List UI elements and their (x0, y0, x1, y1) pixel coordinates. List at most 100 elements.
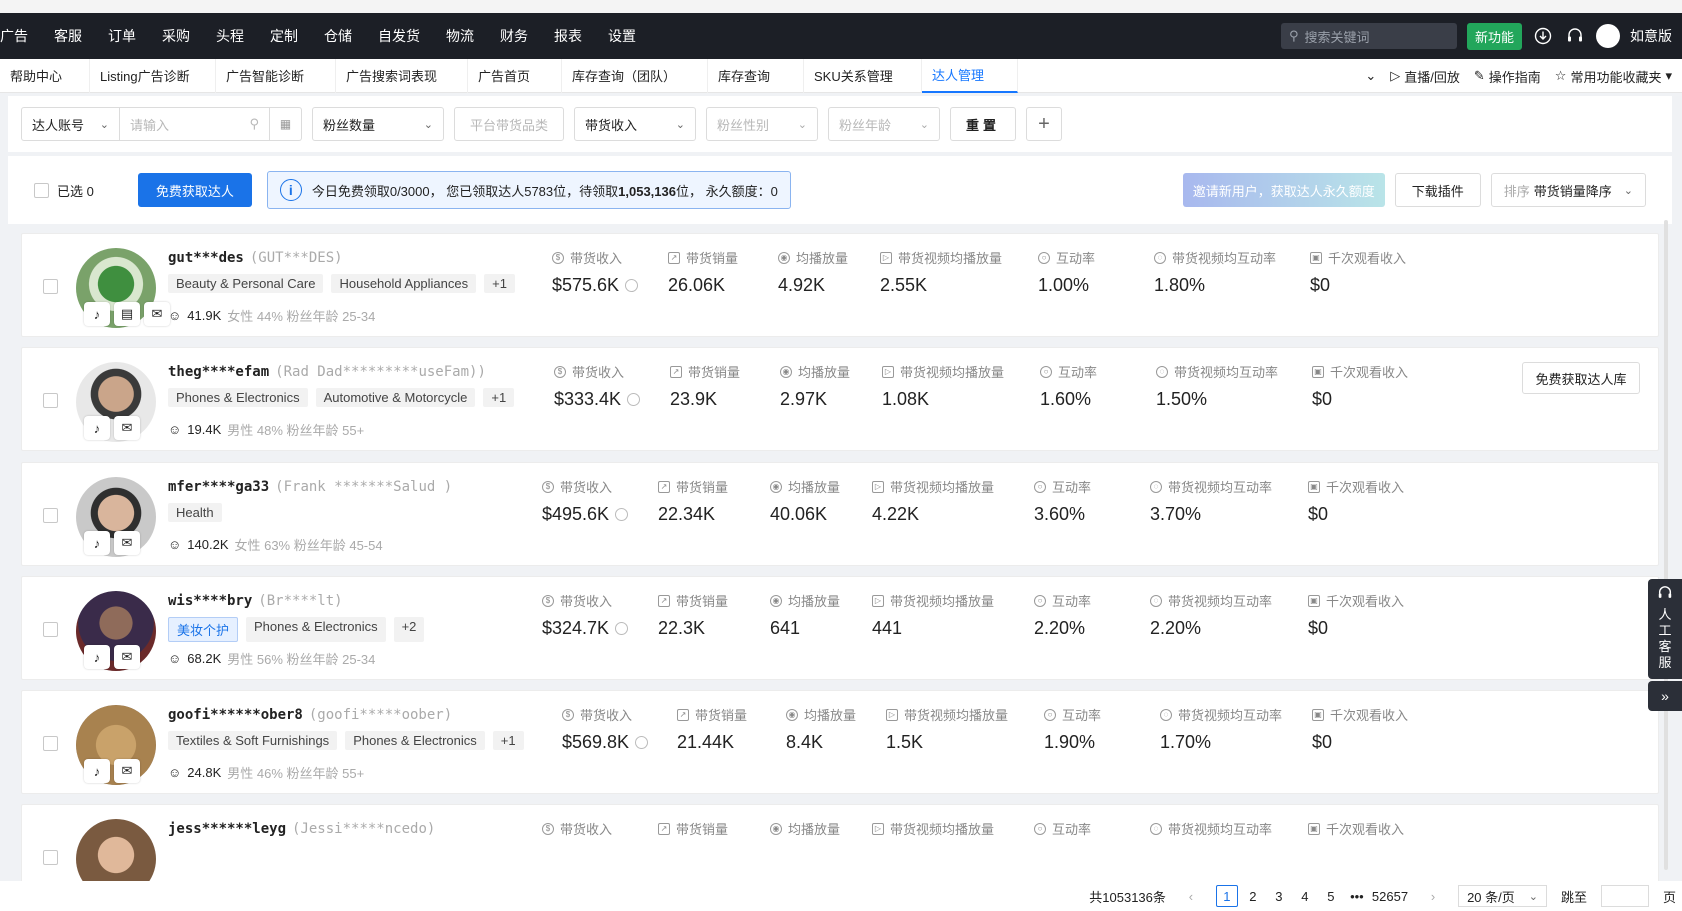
nav-item[interactable]: 设置 (595, 26, 649, 46)
category-tag[interactable]: +1 (484, 274, 515, 293)
creator-handle[interactable]: theg****efam (168, 364, 269, 380)
nav-item[interactable]: 仓储 (311, 26, 365, 46)
customer-service-float[interactable]: 人工客服 (1648, 579, 1682, 679)
nav-item[interactable]: 报表 (541, 26, 595, 46)
fans-age-select[interactable]: 粉丝年龄 ⌄ (828, 107, 940, 141)
link-icon[interactable]: ✉ (144, 302, 170, 326)
platform-category-select[interactable]: 平台带货品类 (454, 107, 564, 141)
category-tag[interactable]: +1 (483, 388, 515, 407)
sales-income-select[interactable]: 带货收入 ⌄ (574, 107, 696, 141)
metric-label-text: 带货视频均播放量 (890, 594, 995, 609)
metric-value-text: $324.7K (542, 618, 610, 638)
global-search-input[interactable]: ⚲ 搜索关键词 (1280, 23, 1457, 49)
tab-7[interactable]: SKU关系管理 (804, 58, 922, 93)
free-get-library-button[interactable]: 免费获取达人库 (1522, 362, 1640, 394)
vertical-scrollbar[interactable] (1664, 220, 1668, 870)
row-checkbox[interactable] (43, 850, 58, 865)
sort-select[interactable]: 排序 带货销量降序 ⌄ (1490, 173, 1646, 207)
row-checkbox[interactable] (43, 393, 58, 408)
creator-handle[interactable]: wis****bry (168, 593, 252, 609)
fans-count: 140.2K (187, 537, 229, 552)
nav-item[interactable]: 自发货 (365, 26, 433, 46)
collapse-float-button[interactable]: » (1648, 681, 1682, 711)
add-filter-button[interactable]: + (1026, 107, 1062, 141)
tab-8[interactable]: 达人管理 (922, 58, 1018, 93)
row-checkbox[interactable] (43, 508, 58, 523)
page-ellipsis[interactable]: ••• (1346, 885, 1368, 907)
chevron-down-icon[interactable]: ⌄ (1365, 68, 1376, 84)
page-size-select[interactable]: 20 条/页 ⌄ (1458, 885, 1547, 907)
creator-handle[interactable]: goofi******ober8 (168, 707, 303, 723)
nav-item[interactable]: 物流 (433, 26, 487, 46)
metric-label-text: 互动率 (1052, 480, 1092, 495)
nav-item[interactable]: 订单 (95, 26, 149, 46)
next-page-button[interactable]: › (1422, 885, 1444, 907)
tiktok-icon[interactable]: ♪ (84, 302, 110, 326)
jump-page-input[interactable] (1600, 885, 1649, 907)
page-number[interactable]: 5 (1320, 885, 1342, 907)
tab-1[interactable]: Listing广告诊断 (90, 58, 216, 93)
link-icon[interactable]: ✉ (114, 416, 140, 440)
page-number[interactable]: 2 (1242, 885, 1264, 907)
metric-engagement: ○ 互动率 2.20% (1034, 591, 1091, 639)
nav-item[interactable]: 财务 (487, 26, 541, 46)
tab-5[interactable]: 库存查询（团队） (562, 58, 708, 93)
headset-icon[interactable] (1564, 25, 1586, 47)
nav-item[interactable]: 广告 (0, 26, 41, 46)
favorites-link[interactable]: ☆ 常用功能收藏夹 ▾ (1555, 67, 1672, 86)
row-checkbox[interactable] (43, 622, 58, 637)
creator-avatar[interactable] (76, 819, 156, 881)
reset-button[interactable]: 重置 (950, 107, 1016, 141)
creator-handle[interactable]: jess******leyg (168, 821, 286, 837)
history-icon[interactable] (635, 736, 649, 749)
link-icon[interactable]: ✉ (114, 645, 140, 669)
tab-0[interactable]: 帮助中心 (0, 58, 90, 93)
tiktok-icon[interactable]: ♪ (84, 416, 110, 440)
shop-icon[interactable]: ▤ (114, 302, 140, 326)
history-icon[interactable] (615, 508, 629, 521)
nav-item[interactable]: 客服 (41, 26, 95, 46)
tab-6[interactable]: 库存查询 (708, 58, 804, 93)
creator-handle[interactable]: mfer****ga33 (168, 479, 269, 495)
row-checkbox[interactable] (43, 736, 58, 751)
account-type-select[interactable]: 达人账号 ⌄ (21, 107, 120, 141)
history-icon[interactable] (615, 622, 629, 635)
user-plan-label[interactable]: 如意版 (1630, 26, 1672, 46)
page-number[interactable]: 4 (1294, 885, 1316, 907)
creator-handle[interactable]: gut***des (168, 250, 244, 266)
nav-item[interactable]: 头程 (203, 26, 257, 46)
download-icon[interactable] (1532, 25, 1554, 47)
fans-count-select[interactable]: 粉丝数量 ⌄ (312, 107, 444, 141)
category-tag[interactable]: +2 (393, 617, 425, 642)
select-all-checkbox[interactable] (34, 182, 49, 198)
tab-3[interactable]: 广告搜索词表现 (336, 58, 468, 93)
account-search-input[interactable]: 请输入 ⚲ (120, 107, 270, 141)
invite-users-button[interactable]: 邀请新用户，获取达人永久额度 (1182, 173, 1385, 207)
category-tag[interactable]: +1 (492, 731, 524, 750)
row-checkbox[interactable] (43, 279, 58, 294)
fans-gender-select[interactable]: 粉丝性别 ⌄ (706, 107, 818, 141)
batch-input-button[interactable]: ▦ (270, 107, 302, 141)
tiktok-icon[interactable]: ♪ (84, 531, 110, 555)
nav-item[interactable]: 定制 (257, 26, 311, 46)
tab-2[interactable]: 广告智能诊断 (216, 58, 336, 93)
history-icon[interactable] (625, 279, 639, 292)
guide-link[interactable]: ✎ 操作指南 (1474, 67, 1541, 86)
link-icon[interactable]: ✉ (114, 531, 140, 555)
history-icon[interactable] (627, 393, 641, 406)
metric-value: 4.92K (778, 275, 848, 296)
page-number[interactable]: 3 (1268, 885, 1290, 907)
tab-4[interactable]: 广告首页 (468, 58, 562, 93)
free-get-creators-button[interactable]: 免费获取达人 (137, 173, 252, 207)
prev-page-button[interactable]: ‹ (1180, 885, 1202, 907)
tiktok-icon[interactable]: ♪ (84, 645, 110, 669)
link-icon[interactable]: ✉ (114, 759, 140, 783)
download-plugin-button[interactable]: 下载插件 (1394, 173, 1481, 207)
live-replay-link[interactable]: ▷ 直播/回放 (1390, 67, 1460, 86)
page-number[interactable]: 1 (1215, 885, 1238, 907)
user-avatar[interactable] (1596, 24, 1620, 48)
nav-item[interactable]: 采购 (149, 26, 203, 46)
new-feature-button[interactable]: 新功能 (1466, 22, 1522, 50)
page-number[interactable]: 52657 (1372, 885, 1408, 907)
tiktok-icon[interactable]: ♪ (84, 759, 110, 783)
